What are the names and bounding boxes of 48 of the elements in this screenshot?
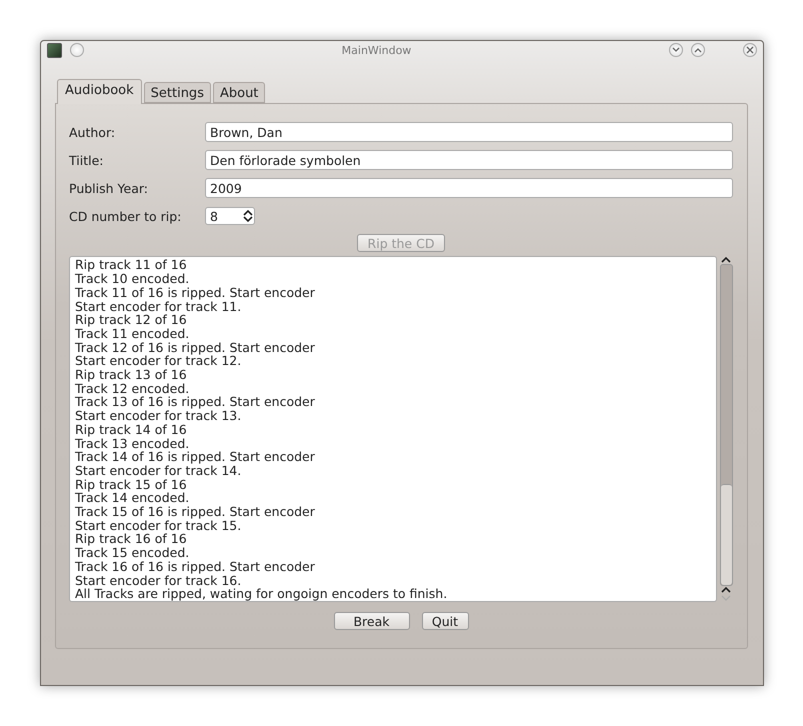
log-line: Start encoder for track 13. — [75, 409, 242, 423]
log-line: Track 16 of 16 is ripped. Start encoder — [75, 560, 316, 574]
minimize-icon[interactable] — [669, 43, 683, 57]
log-line: All Tracks are ripped, wating for ongoign encoders to finish. — [75, 587, 448, 601]
maximize-icon[interactable] — [691, 43, 705, 57]
field-label: Author: — [69, 124, 116, 140]
scroll-thumb[interactable] — [720, 484, 732, 585]
field-label: CD number to rip: — [69, 208, 182, 224]
scroll-up-icon[interactable] — [721, 586, 731, 594]
window-title: MainWindow — [340, 44, 412, 56]
tab[interactable]: Audiobook — [57, 79, 142, 104]
dialog-button[interactable]: Quit — [422, 612, 468, 630]
text-input[interactable]: 2009 — [205, 178, 733, 198]
log-line: Start encoder for track 16. — [75, 574, 242, 588]
log-line: Track 14 of 16 is ripped. Start encoder — [75, 450, 316, 464]
up-down-arrows-icon[interactable] — [242, 209, 254, 223]
close-icon[interactable] — [743, 43, 757, 57]
log-line: Start encoder for track 11. — [75, 300, 242, 314]
scroll-up-icon[interactable] — [721, 256, 731, 264]
tab[interactable]: About — [212, 82, 266, 103]
spin-box[interactable]: 8 — [205, 207, 255, 225]
text-input[interactable]: Brown, Dan — [205, 122, 733, 142]
log-line: Rip track 12 of 16 — [75, 313, 188, 327]
log-line: Rip track 14 of 16 — [75, 422, 188, 437]
app-icon[interactable] — [47, 42, 62, 58]
log-line: Track 10 encoded. — [75, 272, 190, 286]
log-line: Start encoder for track 12. — [75, 354, 242, 368]
log-line: Rip track 15 of 16 — [75, 478, 188, 492]
log-line: Track 14 encoded. — [75, 491, 190, 506]
log-line: Track 12 of 16 is ripped. Start encoder — [75, 340, 316, 354]
tab[interactable]: Settings — [144, 82, 211, 103]
dialog-button[interactable]: Break — [334, 612, 410, 630]
scrollbar[interactable] — [719, 256, 733, 602]
log-line: Start encoder for track 15. — [75, 518, 242, 532]
log-line: Track 15 encoded. — [75, 546, 190, 560]
log-line: Track 13 encoded. — [75, 436, 190, 450]
log-line: Track 13 of 16 is ripped. Start encoder — [75, 395, 316, 410]
log-line: Track 15 of 16 is ripped. Start encoder — [75, 505, 316, 519]
log-line: Start encoder for track 14. — [75, 464, 242, 478]
log-line: Track 11 of 16 is ripped. Start encoder — [75, 286, 316, 300]
log-line: Track 11 encoded. — [75, 326, 190, 341]
log-line: Rip track 16 of 16 — [75, 532, 188, 546]
field-label: Publish Year: — [69, 180, 149, 196]
field-label: Tiitle: — [69, 152, 104, 168]
text-input[interactable]: Den förlorade symbolen — [205, 150, 733, 170]
log-line: Rip track 11 of 16 — [75, 258, 188, 272]
log-line: Rip track 13 of 16 — [75, 368, 188, 382]
log-line: Track 12 encoded. — [75, 382, 190, 396]
